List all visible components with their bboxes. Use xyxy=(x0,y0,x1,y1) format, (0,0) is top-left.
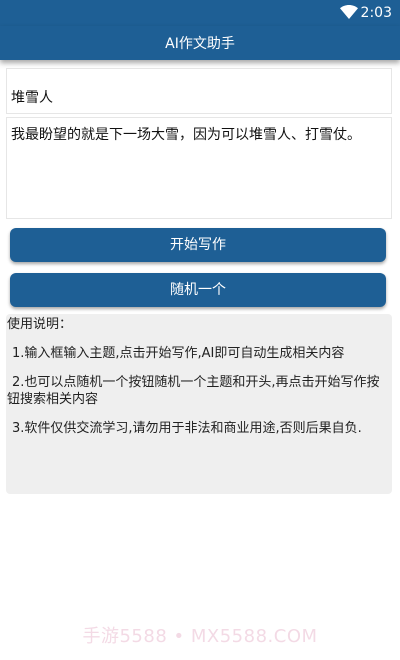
topic-input[interactable] xyxy=(6,68,392,114)
instructions-panel: 使用说明： 1.输入框输入主题,点击开始写作,AI即可自动生成相关内容 2.也可… xyxy=(6,314,392,494)
wifi-icon xyxy=(340,5,358,19)
start-writing-button[interactable]: 开始写作 xyxy=(10,228,386,262)
instructions-heading: 使用说明： xyxy=(7,317,73,332)
opening-input[interactable]: 我最盼望的就是下一场大雪，因为可以堆雪人、打雪仗。 xyxy=(6,117,392,219)
watermark: 手游5588 • MX5588.COM xyxy=(82,626,318,647)
random-button[interactable]: 随机一个 xyxy=(10,273,386,307)
instruction-line-3: 3.软件仅供交流学习,请勿用于非法和商业用途,否则后果自负. xyxy=(12,421,362,436)
app-bar: AI作文助手 xyxy=(0,26,400,60)
status-time: 2:03 xyxy=(360,5,392,21)
instruction-line-1: 1.输入框输入主题,点击开始写作,AI即可自动生成相关内容 xyxy=(12,346,345,361)
page-title: AI作文助手 xyxy=(165,36,235,52)
instruction-line-2: 2.也可以点随机一个按钮随机一个主题和开头,再点击开始写作按钮搜索相关内容 xyxy=(7,375,380,407)
status-bar: 2:03 xyxy=(0,0,400,26)
